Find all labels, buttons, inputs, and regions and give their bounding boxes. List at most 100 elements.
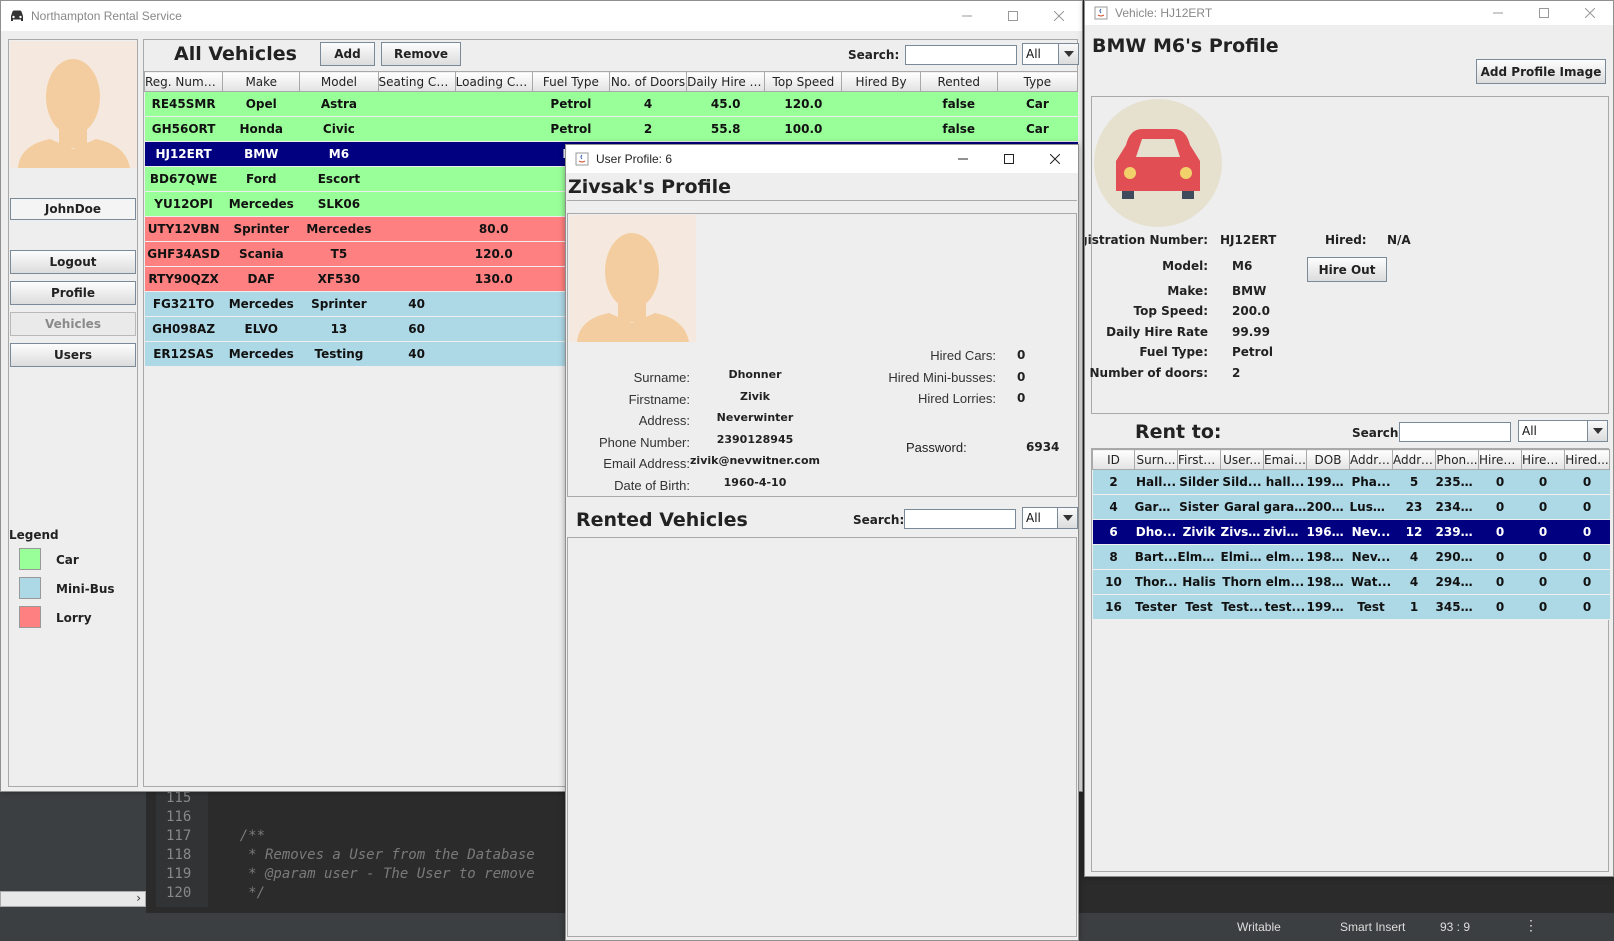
close-button[interactable] bbox=[1036, 1, 1082, 31]
main-titlebar[interactable]: Northampton Rental Service bbox=[1, 1, 1082, 31]
vehicle-cell: Sprinter bbox=[299, 291, 378, 317]
rent-user-row[interactable]: 8 Bart... Elmars Elming elm... 1989... Nev... 4… bbox=[1092, 544, 1610, 570]
user-stat-label: Hired Mini-busses: bbox=[888, 369, 996, 385]
rent-user-cell: Halis bbox=[1177, 569, 1221, 595]
rent-user-cell: 2 bbox=[1092, 469, 1135, 495]
vehicle-cell: 80.0 bbox=[455, 216, 533, 242]
rent-column-header[interactable]: Email... bbox=[1263, 449, 1307, 470]
user-titlebar[interactable]: User Profile: 6 bbox=[566, 145, 1078, 173]
user-stat-value: 0 bbox=[1017, 391, 1026, 405]
rent-user-cell: Dho... bbox=[1134, 519, 1178, 545]
add-profile-image-button[interactable]: Add Profile Image bbox=[1476, 59, 1606, 84]
rent-user-cell: Hall... bbox=[1134, 469, 1178, 495]
maximize-button[interactable] bbox=[986, 145, 1032, 173]
rent-to-table[interactable]: ID Surn... Firstn... User... Email... DOB Addr… bbox=[1092, 449, 1610, 620]
maximize-button[interactable] bbox=[1521, 1, 1567, 25]
rent-user-row[interactable]: 4 Gara... Sister Garal gara... 2000... Lusk...… bbox=[1092, 494, 1610, 520]
vehicles-column-header[interactable]: Loading Ca... bbox=[454, 71, 533, 92]
vehicles-column-header[interactable]: Seating Ca... bbox=[377, 71, 456, 92]
rent-user-row[interactable]: 2 Hall... Silder Sild... hall... 1990... Pha..… bbox=[1092, 469, 1610, 495]
logout-button[interactable]: Logout bbox=[10, 250, 136, 274]
status-menu-icon[interactable]: ⋮ bbox=[1524, 917, 1538, 934]
rent-user-row[interactable]: 10 Thor... Halis Thorn elm... 1989... Wat... 4 2… bbox=[1092, 569, 1610, 595]
rent-column-header[interactable]: Addre... bbox=[1392, 449, 1436, 470]
rent-column-header[interactable]: Phon... bbox=[1435, 449, 1479, 470]
rent-column-header[interactable]: Hired... bbox=[1564, 449, 1610, 470]
rent-column-header[interactable]: Addre... bbox=[1349, 449, 1393, 470]
rent-column-header[interactable]: Hired... bbox=[1521, 449, 1565, 470]
rent-column-header[interactable]: User... bbox=[1220, 449, 1264, 470]
vehicle-cell: RE45SMR bbox=[144, 91, 223, 117]
rent-user-cell: Elming bbox=[1220, 544, 1264, 570]
vehicles-column-header[interactable]: Hired By bbox=[841, 71, 921, 92]
close-button[interactable] bbox=[1567, 1, 1613, 25]
vehicles-column-header[interactable]: Fuel Type bbox=[531, 71, 610, 92]
rent-user-cell: 0 bbox=[1564, 469, 1610, 495]
rent-filter-select[interactable]: All bbox=[1518, 420, 1608, 442]
minimize-button[interactable] bbox=[1475, 1, 1521, 25]
rent-user-cell: 10 bbox=[1092, 569, 1135, 595]
rent-search-input[interactable] bbox=[1399, 422, 1511, 442]
maximize-button[interactable] bbox=[990, 1, 1036, 31]
chevron-down-icon[interactable] bbox=[1057, 508, 1077, 528]
vehicles-column-header[interactable]: Type bbox=[996, 71, 1079, 92]
minimize-button[interactable] bbox=[940, 145, 986, 173]
vehicles-column-header[interactable]: Daily Hire R... bbox=[686, 71, 766, 92]
chevron-down-icon[interactable] bbox=[1058, 44, 1078, 64]
rent-column-header[interactable]: DOB bbox=[1306, 449, 1350, 470]
rent-user-cell: 2940... bbox=[1435, 569, 1479, 595]
vehicles-column-header[interactable]: Rented bbox=[919, 71, 998, 92]
vehicle-cell bbox=[455, 191, 533, 217]
vehicle-row[interactable]: GH56ORT Honda Civic Petrol 2 55.8 100.0 false Ca… bbox=[144, 116, 1078, 142]
vehicle-cell: Mercedes bbox=[222, 291, 300, 317]
rent-user-cell: 0 bbox=[1478, 519, 1522, 545]
vehicle-titlebar[interactable]: Vehicle: HJ12ERT bbox=[1085, 1, 1613, 25]
minimize-button[interactable] bbox=[944, 1, 990, 31]
vehicle-filter-select[interactable]: All bbox=[1022, 43, 1079, 65]
chevron-down-icon[interactable] bbox=[1587, 421, 1607, 441]
code-editor[interactable]: 115 116 117 /** 118 * Removes a User from t… bbox=[156, 790, 576, 908]
vehicle-cell bbox=[378, 141, 456, 167]
rent-user-cell: 0 bbox=[1564, 569, 1610, 595]
rented-search-input[interactable] bbox=[904, 509, 1016, 529]
vehicle-cell bbox=[841, 116, 921, 142]
vehicle-cell bbox=[455, 166, 533, 192]
rent-user-row[interactable]: 16 Tester Test Test... test... 1995... Test 1 34… bbox=[1092, 594, 1610, 620]
rent-user-cell: 1989... bbox=[1306, 569, 1350, 595]
user-field-label: Date of Birth: bbox=[614, 477, 690, 493]
password-value: 6934 bbox=[1026, 440, 1060, 454]
scroll-right-icon[interactable]: › bbox=[136, 891, 141, 905]
rent-user-cell: 1990... bbox=[1306, 469, 1350, 495]
vehicle-cell: GH098AZ bbox=[144, 316, 223, 342]
users-button[interactable]: Users bbox=[10, 343, 136, 367]
vehicle-cell: 45.0 bbox=[686, 91, 765, 117]
vehicle-row[interactable]: RE45SMR Opel Astra Petrol 4 45.0 120.0 false Car bbox=[144, 91, 1078, 117]
rented-vehicles-table-area[interactable] bbox=[567, 537, 1077, 937]
rent-column-header[interactable]: Firstn... bbox=[1177, 449, 1221, 470]
rent-user-cell: 0 bbox=[1478, 569, 1522, 595]
vehicles-column-header[interactable]: Top Speed bbox=[764, 71, 843, 92]
rent-user-cell: test... bbox=[1263, 594, 1307, 620]
rent-column-header[interactable]: Surn... bbox=[1134, 449, 1178, 470]
vehicles-column-header[interactable]: No. of Doors bbox=[608, 71, 688, 92]
add-vehicle-button[interactable]: Add bbox=[320, 42, 375, 66]
rent-column-header[interactable]: Hired... bbox=[1478, 449, 1522, 470]
profile-button[interactable]: Profile bbox=[10, 281, 136, 305]
remove-vehicle-button[interactable]: Remove bbox=[381, 42, 461, 66]
hire-out-button[interactable]: Hire Out bbox=[1307, 257, 1387, 282]
rent-user-cell: Nev... bbox=[1349, 519, 1393, 545]
vehicle-cell: Ford bbox=[222, 166, 300, 192]
status-insert-mode: Smart Insert bbox=[1340, 920, 1406, 934]
vehicles-column-header[interactable]: Model bbox=[299, 71, 379, 92]
ide-horizontal-scrollbar[interactable]: › bbox=[0, 891, 146, 907]
rent-column-header[interactable]: ID bbox=[1092, 449, 1135, 470]
legend-minibus-swatch bbox=[19, 577, 41, 599]
rented-filter-select[interactable]: All bbox=[1022, 507, 1078, 529]
vehicle-search-input[interactable] bbox=[905, 45, 1017, 65]
java-icon bbox=[1093, 5, 1109, 21]
rent-user-row[interactable]: 6 Dho... Zivik Zivsak zivik... 1960... Nev... 1… bbox=[1092, 519, 1610, 545]
close-button[interactable] bbox=[1032, 145, 1078, 173]
vehicles-column-header[interactable]: Make bbox=[222, 71, 301, 92]
vehicles-column-header[interactable]: Reg. Number bbox=[143, 71, 224, 92]
vehicles-button[interactable]: Vehicles bbox=[10, 312, 136, 336]
